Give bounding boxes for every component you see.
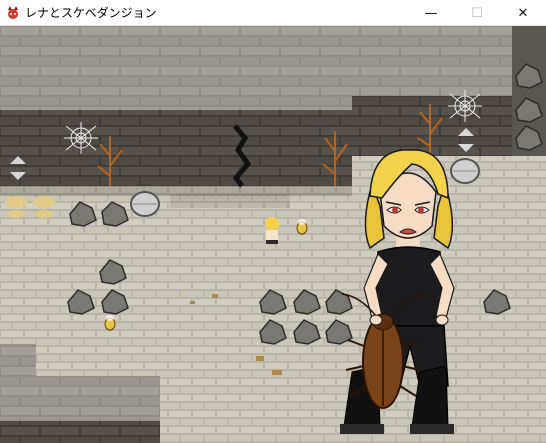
bee-sprite-small[interactable] bbox=[104, 315, 116, 331]
wall-top-upper bbox=[0, 26, 546, 96]
close-icon: ✕ bbox=[517, 5, 529, 21]
close-button[interactable]: ✕ bbox=[500, 0, 546, 26]
floor-shadow bbox=[170, 194, 290, 208]
rena-sprite-small[interactable] bbox=[265, 217, 279, 244]
stone-barrel bbox=[130, 191, 160, 217]
wall-face-right bbox=[352, 96, 512, 156]
window-titlebar: レナとスケベダンジョン — ☐ ✕ bbox=[0, 0, 546, 26]
bee-sprite-small[interactable] bbox=[296, 219, 308, 235]
wall-top-ledge bbox=[0, 92, 352, 110]
game-canvas[interactable] bbox=[0, 26, 546, 443]
red-demon-app-icon bbox=[8, 5, 18, 19]
dungeon-scene bbox=[0, 26, 546, 443]
maximize-icon: ☐ bbox=[471, 5, 483, 21]
minimize-button[interactable]: — bbox=[408, 0, 454, 26]
minimize-icon: — bbox=[424, 5, 438, 21]
wall-face-left bbox=[0, 110, 352, 186]
wall-bottom-left-face bbox=[0, 421, 160, 443]
window-title: レナとスケベダンジョン bbox=[25, 6, 157, 20]
stone-barrel bbox=[450, 158, 480, 184]
maximize-button[interactable]: ☐ bbox=[454, 0, 500, 26]
